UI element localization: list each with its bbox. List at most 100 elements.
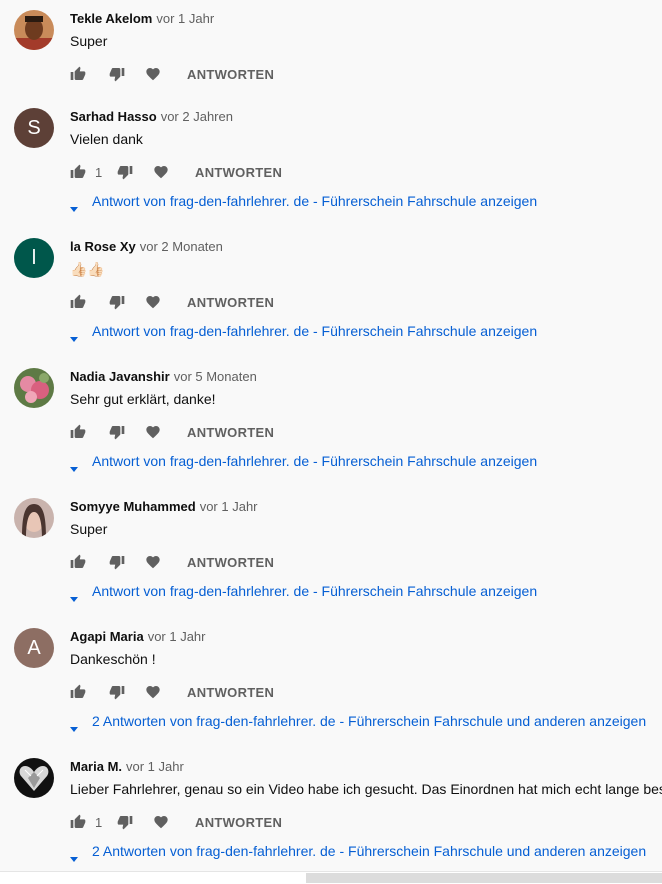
comment-header: la Rose Xy vor 2 Monaten [70, 239, 223, 254]
like-count: 1 [95, 164, 103, 180]
comment-text: Super [70, 521, 108, 537]
view-replies-label: Antwort von frag-den-fahrlehrer. de - Fü… [92, 453, 538, 469]
comment-date[interactable]: vor 2 Jahren [161, 109, 233, 124]
comment-thread: l la Rose Xy vor 2 Monaten 👍🏻👍🏻 ANTWORTEN… [0, 228, 662, 358]
view-replies-label: 2 Antworten von frag-den-fahrlehrer. de … [92, 713, 647, 729]
caret-down-icon [70, 719, 78, 732]
comment-text: Dankeschön ! [70, 651, 156, 667]
author-name[interactable]: la Rose Xy [70, 239, 136, 254]
comment-thread: A Agapi Maria vor 1 Jahr Dankeschön ! ANT… [0, 618, 662, 748]
comment-date[interactable]: vor 2 Monaten [140, 239, 223, 254]
author-name[interactable]: Sarhad Hasso [70, 109, 157, 124]
thumb-down-icon[interactable] [109, 424, 125, 440]
thumb-up-icon[interactable] [70, 164, 86, 180]
avatar-letter: A [27, 636, 41, 659]
thumb-down-icon[interactable] [117, 164, 133, 180]
comment-actions: 1 ANTWORTEN [70, 162, 282, 182]
taskbar-strip [306, 873, 662, 883]
view-replies-button[interactable]: Antwort von frag-den-fahrlehrer. de - Fü… [70, 451, 538, 472]
comment-thread: Somyye Muhammed vor 1 Jahr Super ANTWORTE… [0, 488, 662, 618]
comment-date[interactable]: vor 1 Jahr [148, 629, 206, 644]
comment-date[interactable]: vor 1 Jahr [200, 499, 258, 514]
comment-text: Vielen dank [70, 131, 143, 147]
avatar-letter: l [31, 246, 37, 269]
caret-down-icon [70, 849, 78, 862]
comment-date[interactable]: vor 1 Jahr [126, 759, 184, 774]
comment-actions: ANTWORTEN [70, 292, 274, 312]
avatar[interactable]: A [14, 628, 54, 668]
author-name[interactable]: Somyye Muhammed [70, 499, 196, 514]
comment-actions: ANTWORTEN [70, 552, 274, 572]
author-name[interactable]: Tekle Akelom [70, 11, 152, 26]
thumb-down-icon[interactable] [117, 814, 133, 830]
like-count: 1 [95, 814, 103, 830]
thumb-up-icon[interactable] [70, 66, 86, 82]
caret-down-icon [70, 329, 78, 342]
thumb-up-icon[interactable] [70, 424, 86, 440]
comment-date[interactable]: vor 5 Monaten [174, 369, 257, 384]
reply-button[interactable]: ANTWORTEN [187, 295, 274, 310]
comment-thread: Nadia Javanshir vor 5 Monaten Sehr gut er… [0, 358, 662, 488]
author-name[interactable]: Agapi Maria [70, 629, 144, 644]
heart-icon[interactable] [153, 814, 169, 830]
comment-header: Sarhad Hasso vor 2 Jahren [70, 109, 233, 124]
author-name[interactable]: Maria M. [70, 759, 122, 774]
heart-icon[interactable] [145, 294, 161, 310]
heart-icon[interactable] [145, 66, 161, 82]
thumb-up-icon[interactable] [70, 814, 86, 830]
comment-date[interactable]: vor 1 Jahr [156, 11, 214, 26]
comment-actions: ANTWORTEN [70, 64, 274, 84]
comment-actions: 1 ANTWORTEN [70, 812, 282, 832]
avatar[interactable]: S [14, 108, 54, 148]
avatar[interactable] [14, 10, 54, 50]
caret-down-icon [70, 199, 78, 212]
view-replies-button[interactable]: 2 Antworten von frag-den-fahrlehrer. de … [70, 711, 647, 732]
author-name[interactable]: Nadia Javanshir [70, 369, 170, 384]
comment-header: Agapi Maria vor 1 Jahr [70, 629, 206, 644]
avatar[interactable]: l [14, 238, 54, 278]
view-replies-label: Antwort von frag-den-fahrlehrer. de - Fü… [92, 583, 538, 599]
view-replies-button[interactable]: Antwort von frag-den-fahrlehrer. de - Fü… [70, 191, 538, 212]
caret-down-icon [70, 459, 78, 472]
comment-text: 👍🏻👍🏻 [70, 261, 105, 277]
comment-header: Nadia Javanshir vor 5 Monaten [70, 369, 257, 384]
reply-button[interactable]: ANTWORTEN [195, 815, 282, 830]
comment-thread: Maria M. vor 1 Jahr Lieber Fahrlehrer, ge… [0, 748, 662, 878]
view-replies-button[interactable]: Antwort von frag-den-fahrlehrer. de - Fü… [70, 321, 538, 342]
view-replies-label: Antwort von frag-den-fahrlehrer. de - Fü… [92, 323, 538, 339]
caret-down-icon [70, 589, 78, 602]
comment-text: Lieber Fahrlehrer, genau so ein Video ha… [70, 781, 662, 797]
thumb-down-icon[interactable] [109, 294, 125, 310]
thumb-down-icon[interactable] [109, 554, 125, 570]
view-replies-label: Antwort von frag-den-fahrlehrer. de - Fü… [92, 193, 538, 209]
thumb-up-icon[interactable] [70, 684, 86, 700]
comment-actions: ANTWORTEN [70, 682, 274, 702]
view-replies-button[interactable]: 2 Antworten von frag-den-fahrlehrer. de … [70, 841, 647, 862]
heart-icon[interactable] [153, 164, 169, 180]
reply-button[interactable]: ANTWORTEN [195, 165, 282, 180]
comment-header: Maria M. vor 1 Jahr [70, 759, 184, 774]
heart-icon[interactable] [145, 424, 161, 440]
comment-header: Somyye Muhammed vor 1 Jahr [70, 499, 258, 514]
thumb-up-icon[interactable] [70, 554, 86, 570]
avatar[interactable] [14, 368, 54, 408]
thumb-down-icon[interactable] [109, 66, 125, 82]
comment-thread: S Sarhad Hasso vor 2 Jahren Vielen dank 1… [0, 98, 662, 228]
comment-header: Tekle Akelom vor 1 Jahr [70, 11, 214, 26]
thumb-down-icon[interactable] [109, 684, 125, 700]
heart-icon[interactable] [145, 684, 161, 700]
avatar[interactable] [14, 758, 54, 798]
reply-button[interactable]: ANTWORTEN [187, 425, 274, 440]
view-replies-label: 2 Antworten von frag-den-fahrlehrer. de … [92, 843, 647, 859]
reply-button[interactable]: ANTWORTEN [187, 685, 274, 700]
comment-actions: ANTWORTEN [70, 422, 274, 442]
thumb-up-icon[interactable] [70, 294, 86, 310]
reply-button[interactable]: ANTWORTEN [187, 555, 274, 570]
view-replies-button[interactable]: Antwort von frag-den-fahrlehrer. de - Fü… [70, 581, 538, 602]
heart-icon[interactable] [145, 554, 161, 570]
avatar-letter: S [27, 116, 41, 139]
comment-text: Super [70, 33, 108, 49]
avatar[interactable] [14, 498, 54, 538]
reply-button[interactable]: ANTWORTEN [187, 67, 274, 82]
comment-text: Sehr gut erklärt, danke! [70, 391, 216, 407]
